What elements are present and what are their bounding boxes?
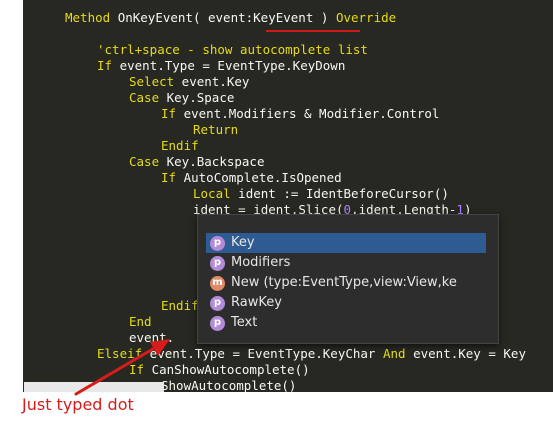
autocomplete-item-modifiers[interactable]: p Modifiers [206, 253, 486, 273]
code-line: Method OnKeyEvent( event:KeyEvent ) Over… [65, 10, 396, 26]
code-line: Endif [161, 298, 199, 314]
property-icon: p [210, 315, 225, 331]
code-line: Endif [161, 138, 199, 154]
code-token: event.Type = EventType.KeyDown [112, 58, 346, 73]
code-line: If event.Type = EventType.KeyDown [97, 58, 345, 74]
code-token: Case [129, 90, 160, 105]
code-line: If event.Modifiers & Modifier.Control [161, 106, 439, 122]
autocomplete-item-label: Key [231, 235, 255, 250]
code-token: event.Key [174, 74, 250, 89]
code-token: If [161, 106, 177, 121]
autocomplete-item-label: New (type:EventType,view:View,ke [231, 275, 457, 290]
code-line: Case Key.Backspace [129, 154, 264, 170]
property-icon: p [210, 295, 225, 311]
code-token: Key.Backspace [159, 154, 265, 169]
annotation-arrow-icon [74, 339, 170, 396]
code-token: ident := IdentBeforeCursor() [230, 186, 449, 201]
red-underline-annotation [266, 30, 360, 32]
code-token: Endif [161, 138, 199, 153]
code-token: Local [193, 186, 231, 201]
autocomplete-popup[interactable]: p Key p Modifiers m New (type:EventType,… [197, 214, 499, 344]
code-token: AutoComplete.IsOpened [176, 170, 342, 185]
code-token: Return [193, 122, 239, 137]
code-token: End [129, 314, 152, 329]
code-token: Override [335, 10, 397, 25]
code-token: Endif [161, 298, 199, 313]
code-token: And [382, 346, 406, 361]
autocomplete-item-key[interactable]: p Key [206, 233, 486, 253]
code-token: Select [129, 74, 175, 89]
property-icon: p [210, 235, 225, 251]
code-line: ShowAutocomplete() [161, 378, 296, 392]
code-token: Key.Space [159, 90, 235, 105]
code-line: Return [193, 122, 238, 138]
autocomplete-item-label: Modifiers [231, 255, 291, 270]
autocomplete-item-label: Text [231, 315, 258, 330]
code-line: 'ctrl+space - show autocomplete list [97, 42, 368, 58]
method-icon: m [210, 275, 225, 291]
property-icon: p [210, 255, 225, 271]
annotation-label: Just typed dot [22, 395, 134, 414]
autocomplete-item-text[interactable]: p Text [206, 313, 486, 333]
autocomplete-item-rawkey[interactable]: p RawKey [206, 293, 486, 313]
code-token: 'ctrl+space - show autocomplete list [97, 42, 368, 57]
code-line: Local ident := IdentBeforeCursor() [193, 186, 449, 202]
code-token: event.Modifiers & Modifier.Control [176, 106, 440, 121]
code-token: If [161, 170, 177, 185]
code-token: If [97, 58, 113, 73]
code-token: OnKeyEvent( event:KeyEvent ) [117, 10, 336, 25]
code-token: Method [65, 10, 118, 25]
code-line: Select event.Key [129, 74, 249, 90]
code-line: End [129, 314, 152, 330]
code-line: If AutoComplete.IsOpened [161, 170, 342, 186]
autocomplete-item-label: RawKey [231, 295, 282, 310]
autocomplete-item-new[interactable]: m New (type:EventType,view:View,ke [206, 273, 486, 293]
code-token: event.Key = Key [405, 346, 526, 361]
code-token: ShowAutocomplete() [161, 378, 297, 392]
code-line: Case Key.Space [129, 90, 234, 106]
code-token: Case [129, 154, 160, 169]
